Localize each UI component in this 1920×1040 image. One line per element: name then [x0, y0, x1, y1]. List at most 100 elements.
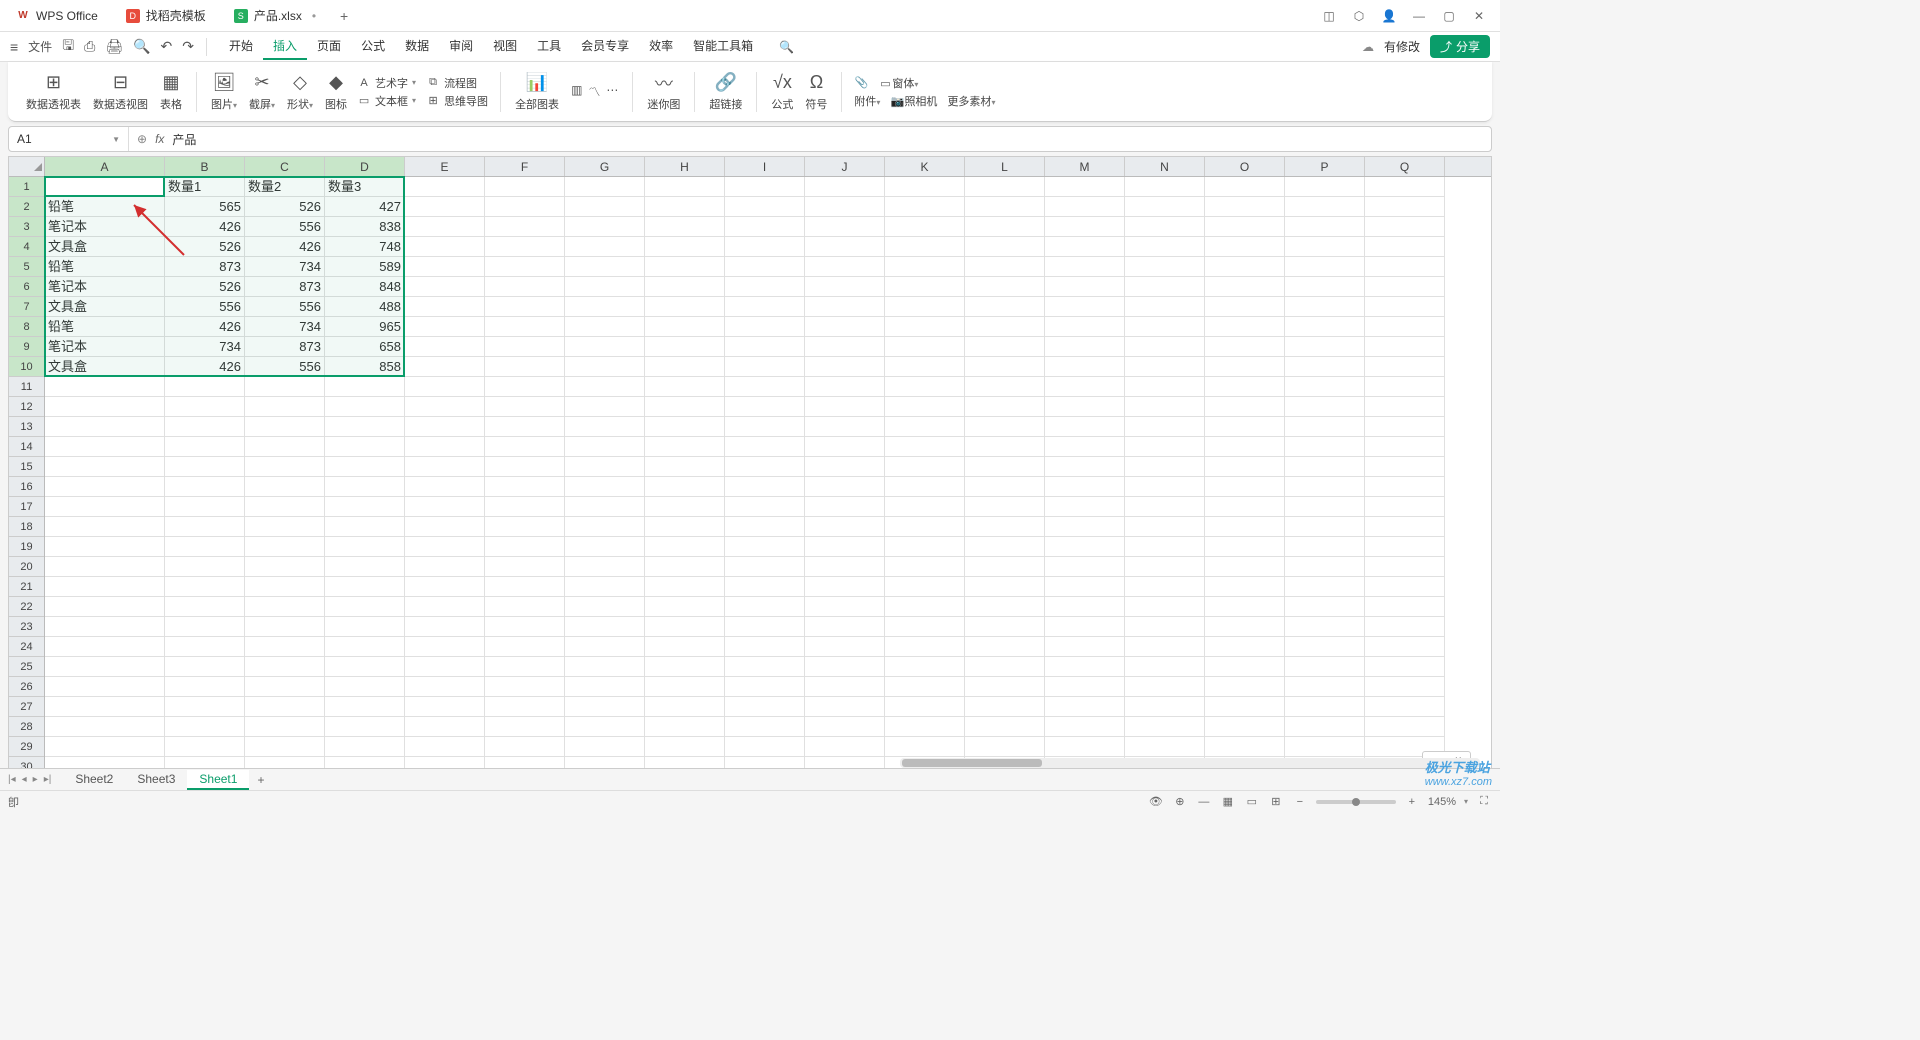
cell-P9[interactable] — [1285, 337, 1365, 357]
cell-H13[interactable] — [645, 417, 725, 437]
cell-N24[interactable] — [1125, 637, 1205, 657]
ribbon-形状[interactable]: ◇形状▾ — [281, 72, 319, 112]
layout-icon[interactable]: ◫ — [1320, 7, 1338, 25]
cell-J9[interactable] — [805, 337, 885, 357]
cell-I4[interactable] — [725, 237, 805, 257]
cell-A25[interactable] — [45, 657, 165, 677]
col-header-J[interactable]: J — [805, 157, 885, 176]
cell-D26[interactable] — [325, 677, 405, 697]
col-header-B[interactable]: B — [165, 157, 245, 176]
cell-M5[interactable] — [1045, 257, 1125, 277]
cell-F10[interactable] — [485, 357, 565, 377]
cell-E1[interactable] — [405, 177, 485, 197]
cell-B2[interactable]: 565 — [165, 197, 245, 217]
cell-P17[interactable] — [1285, 497, 1365, 517]
cell-A7[interactable]: 文具盒 — [45, 297, 165, 317]
menu-开始[interactable]: 开始 — [219, 33, 263, 60]
ribbon-图标[interactable]: ◆图标 — [319, 72, 353, 112]
cell-Q28[interactable] — [1365, 717, 1445, 737]
cell-D14[interactable] — [325, 437, 405, 457]
cell-K20[interactable] — [885, 557, 965, 577]
col-header-P[interactable]: P — [1285, 157, 1365, 176]
cell-G7[interactable] — [565, 297, 645, 317]
cell-Q15[interactable] — [1365, 457, 1445, 477]
cell-K25[interactable] — [885, 657, 965, 677]
cell-E19[interactable] — [405, 537, 485, 557]
cell-G20[interactable] — [565, 557, 645, 577]
cell-H7[interactable] — [645, 297, 725, 317]
cell-E7[interactable] — [405, 297, 485, 317]
col-header-N[interactable]: N — [1125, 157, 1205, 176]
app-tab-docer[interactable]: D 找稻壳模板 — [114, 3, 218, 29]
cell-A14[interactable] — [45, 437, 165, 457]
print-icon[interactable]: 🖨 — [105, 38, 123, 55]
cell-K8[interactable] — [885, 317, 965, 337]
col-header-M[interactable]: M — [1045, 157, 1125, 176]
row-header-27[interactable]: 27 — [9, 697, 44, 717]
cell-N6[interactable] — [1125, 277, 1205, 297]
cell-F4[interactable] — [485, 237, 565, 257]
cell-H28[interactable] — [645, 717, 725, 737]
cell-C18[interactable] — [245, 517, 325, 537]
cell-B4[interactable]: 526 — [165, 237, 245, 257]
cell-P28[interactable] — [1285, 717, 1365, 737]
cell-M17[interactable] — [1045, 497, 1125, 517]
cell-G29[interactable] — [565, 737, 645, 757]
cell-B3[interactable]: 426 — [165, 217, 245, 237]
ribbon-数据透视图[interactable]: ⊟数据透视图 — [87, 72, 154, 112]
zoom-level[interactable]: 145% — [1428, 796, 1456, 808]
cell-D19[interactable] — [325, 537, 405, 557]
cell-B11[interactable] — [165, 377, 245, 397]
cell-D6[interactable]: 848 — [325, 277, 405, 297]
cell-H23[interactable] — [645, 617, 725, 637]
cell-K22[interactable] — [885, 597, 965, 617]
cell-J8[interactable] — [805, 317, 885, 337]
cell-I29[interactable] — [725, 737, 805, 757]
cell-P21[interactable] — [1285, 577, 1365, 597]
cell-L25[interactable] — [965, 657, 1045, 677]
cell-E14[interactable] — [405, 437, 485, 457]
cell-H2[interactable] — [645, 197, 725, 217]
cell-Q10[interactable] — [1365, 357, 1445, 377]
cell-D18[interactable] — [325, 517, 405, 537]
cell-M20[interactable] — [1045, 557, 1125, 577]
cell-M4[interactable] — [1045, 237, 1125, 257]
cell-M13[interactable] — [1045, 417, 1125, 437]
cell-E5[interactable] — [405, 257, 485, 277]
cell-C15[interactable] — [245, 457, 325, 477]
row-header-15[interactable]: 15 — [9, 457, 44, 477]
cell-M14[interactable] — [1045, 437, 1125, 457]
cell-O15[interactable] — [1205, 457, 1285, 477]
cell-G12[interactable] — [565, 397, 645, 417]
col-header-Q[interactable]: Q — [1365, 157, 1445, 176]
cell-B5[interactable]: 873 — [165, 257, 245, 277]
cell-M9[interactable] — [1045, 337, 1125, 357]
cell-O7[interactable] — [1205, 297, 1285, 317]
cell-J23[interactable] — [805, 617, 885, 637]
cell-I23[interactable] — [725, 617, 805, 637]
cell-M16[interactable] — [1045, 477, 1125, 497]
cell-I26[interactable] — [725, 677, 805, 697]
cell-H19[interactable] — [645, 537, 725, 557]
cell-E26[interactable] — [405, 677, 485, 697]
select-all-corner[interactable] — [9, 157, 45, 176]
cell-A6[interactable]: 笔记本 — [45, 277, 165, 297]
cell-B25[interactable] — [165, 657, 245, 677]
cell-G18[interactable] — [565, 517, 645, 537]
cell-K7[interactable] — [885, 297, 965, 317]
cell-F8[interactable] — [485, 317, 565, 337]
row-header-7[interactable]: 7 — [9, 297, 44, 317]
cell-B15[interactable] — [165, 457, 245, 477]
cell-O24[interactable] — [1205, 637, 1285, 657]
cell-C7[interactable]: 556 — [245, 297, 325, 317]
cell-N28[interactable] — [1125, 717, 1205, 737]
cell-B16[interactable] — [165, 477, 245, 497]
cell-B6[interactable]: 526 — [165, 277, 245, 297]
cell-I18[interactable] — [725, 517, 805, 537]
cell-H12[interactable] — [645, 397, 725, 417]
maximize-button[interactable]: ▢ — [1440, 7, 1458, 25]
col-header-E[interactable]: E — [405, 157, 485, 176]
cell-A11[interactable] — [45, 377, 165, 397]
fullscreen-icon[interactable]: ⛶ — [1476, 794, 1492, 810]
cell-H8[interactable] — [645, 317, 725, 337]
